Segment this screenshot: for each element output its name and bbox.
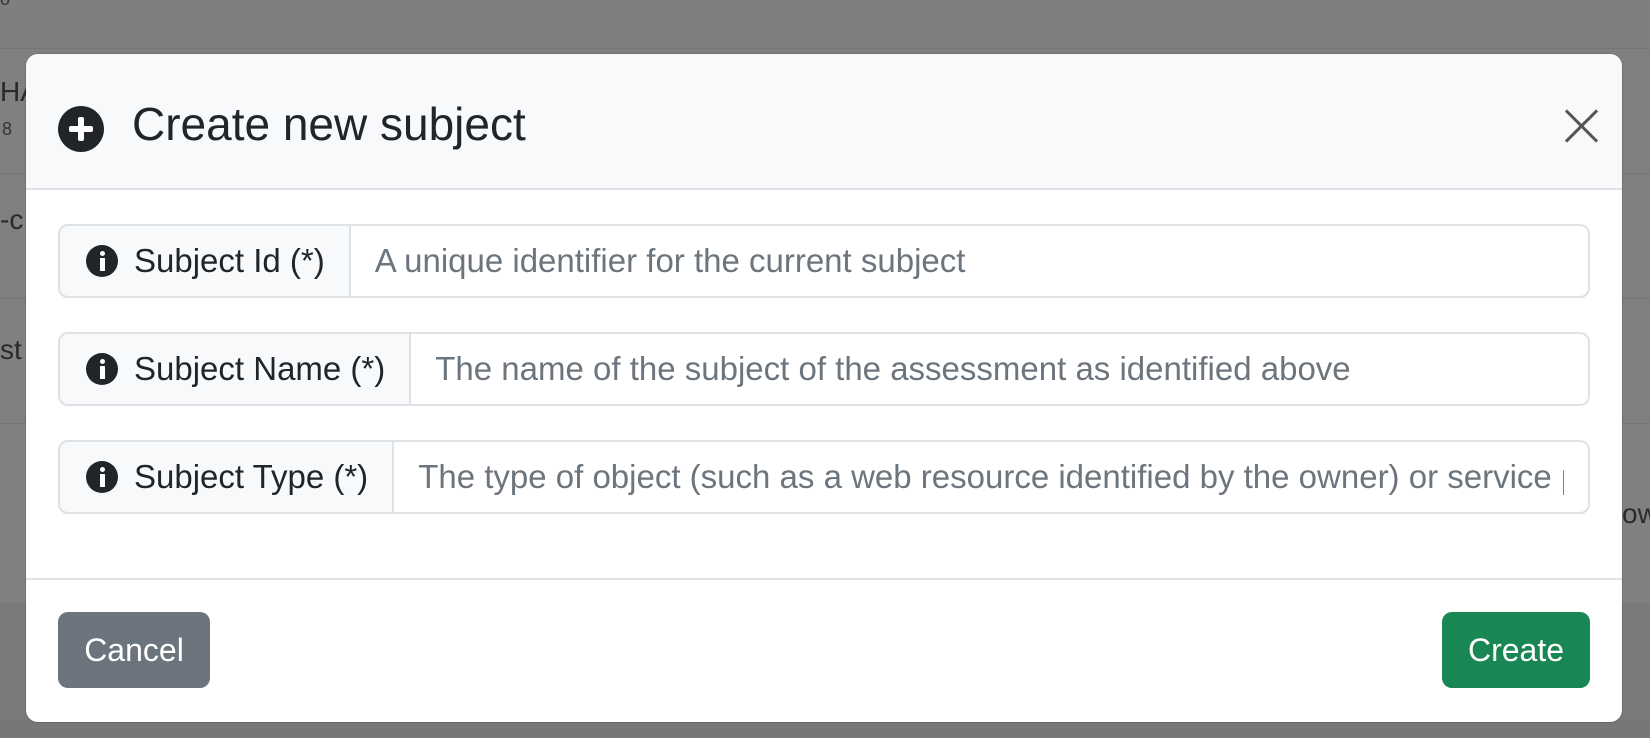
subject-type-input[interactable] (394, 440, 1590, 514)
info-circle-icon (86, 461, 118, 493)
background-bottom-strip (0, 720, 1650, 738)
modal-title: Create new subject (132, 98, 526, 150)
subject-id-label: Subject Id (*) (58, 224, 351, 298)
subject-type-label-text: Subject Type (*) (134, 458, 369, 495)
plus-circle-icon (58, 106, 104, 152)
cancel-button[interactable]: Cancel (58, 612, 210, 688)
background-text: -c (0, 204, 24, 235)
info-circle-icon (86, 353, 118, 385)
background-text: ow (1622, 498, 1650, 529)
subject-id-input[interactable] (350, 224, 1590, 298)
modal-footer: Cancel Create (26, 578, 1622, 722)
subject-name-input[interactable] (411, 332, 1590, 406)
create-button[interactable]: Create (1442, 612, 1590, 688)
subject-id-field: Subject Id (*) (58, 224, 1590, 298)
background-text: o (0, 0, 10, 8)
subject-id-label-text: Subject Id (*) (134, 242, 325, 279)
subject-type-field: Subject Type (*) (58, 440, 1590, 514)
subject-name-label: Subject Name (*) (58, 332, 412, 406)
background-text: 8 (2, 119, 13, 139)
close-icon[interactable] (1556, 100, 1608, 152)
subject-name-label-text: Subject Name (*) (134, 350, 386, 387)
create-subject-modal: Create new subject Subject Id (*) Subjec… (26, 54, 1622, 722)
info-circle-icon (86, 245, 118, 277)
subject-type-label: Subject Type (*) (58, 440, 395, 514)
modal-header: Create new subject (26, 54, 1622, 190)
background-text: st (0, 334, 22, 365)
subject-name-field: Subject Name (*) (58, 332, 1590, 406)
